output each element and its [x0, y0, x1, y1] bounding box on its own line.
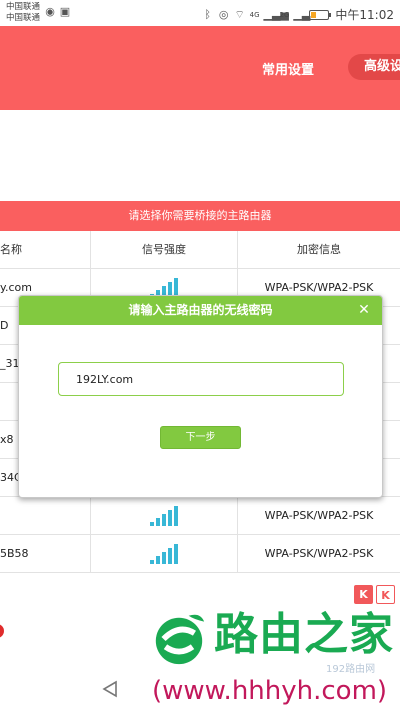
encryption-cell: WPA-PSK/WPA2-PSK: [264, 509, 374, 522]
signal-cell: [90, 535, 238, 573]
eye-icon: ◎: [218, 7, 229, 21]
menu-common-settings[interactable]: 常用设置: [262, 59, 314, 78]
column-header-name: 名称: [0, 243, 22, 256]
column-header-encryption: 加密信息: [297, 243, 341, 256]
carrier-1: 中国联通: [6, 2, 41, 12]
carrier-labels: 中国联通 中国联通: [6, 2, 40, 24]
watermark-small: 192路由网: [326, 664, 376, 675]
network-2g-label: 2G: [279, 10, 290, 19]
bluetooth-icon: ᛒ: [204, 7, 211, 21]
carrier-2: 中国联通: [6, 13, 41, 23]
table-header-row: 名称 信号强度 加密信息: [0, 231, 400, 269]
status-bar: 中国联通 中国联通 ◉ ▣ ᛒ ◎ ⌔ 4G ▁▃▅ 2G ▁▃ 中午11:02: [0, 0, 400, 26]
signal-4g-icon: ▁▃▅: [263, 7, 289, 21]
column-header-signal: 信号强度: [90, 231, 238, 269]
wifi-icon: ⌔: [234, 7, 245, 21]
top-header: 常用设置 高级设: [0, 26, 400, 110]
password-dialog: 请输入主路由器的无线密码 ✕ 下一步: [18, 295, 383, 498]
signal-strength-icon: [150, 506, 178, 526]
table-row[interactable]: WPA-PSK/WPA2-PSK: [0, 497, 400, 535]
close-icon[interactable]: ✕: [356, 296, 372, 325]
router-name-cell: [0, 497, 90, 535]
weibo-icon: ◉: [45, 5, 55, 18]
shopping-icon: ▣: [59, 5, 71, 18]
network-4g-label: 4G: [249, 10, 260, 19]
back-nav-icon[interactable]: [100, 680, 120, 698]
battery-icon: [309, 9, 332, 20]
table-row[interactable]: 5B58 WPA-PSK/WPA2-PSK: [0, 535, 400, 573]
dialog-title: 请输入主路由器的无线密码: [19, 296, 382, 325]
encryption-cell: WPA-PSK/WPA2-PSK: [264, 547, 374, 560]
signal-cell: [90, 497, 238, 535]
wifi-password-input[interactable]: [58, 362, 344, 396]
router-home-logo-icon: [155, 614, 205, 665]
watermark-url: (www.hhhyh.com): [152, 676, 388, 706]
floating-red-tab[interactable]: [0, 624, 4, 638]
router-table-title: 请选择你需要桥接的主路由器: [0, 201, 400, 231]
ad-k-badge-2[interactable]: K: [376, 585, 395, 604]
menu-advanced-settings[interactable]: 高级设: [348, 54, 400, 80]
next-step-button[interactable]: 下一步: [160, 426, 241, 449]
router-name-cell: 5B58: [0, 547, 29, 560]
signal-strength-icon: [150, 544, 178, 564]
signal-2g-icon: ▁▃: [293, 7, 311, 21]
clock: 中午11:02: [335, 8, 394, 22]
ad-k-badge-1[interactable]: K: [354, 585, 373, 604]
logo-text: 路由之家: [214, 609, 394, 660]
